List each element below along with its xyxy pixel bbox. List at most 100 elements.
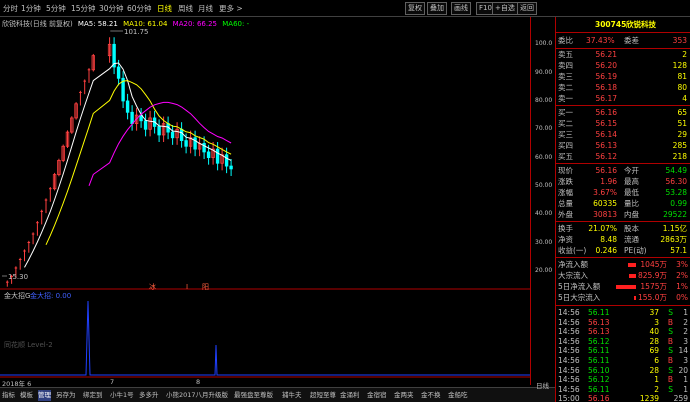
x-axis-label-2: 8 [196,378,201,386]
candles [6,37,233,287]
quote-value: 60335 [593,199,617,208]
bottom-tab-10[interactable]: 超短至尊 [310,390,336,401]
quote-value: 1.96 [600,177,617,186]
indicator-value: 金大招: 0.00 [30,291,71,300]
bottom-tab-4[interactable]: 绑定到 [83,390,103,401]
tab-period-0[interactable]: 分时 [3,3,18,14]
tick-volume: 37 [649,308,659,317]
bottom-tab-3[interactable]: 另存为 [56,390,76,401]
tick-flag: S [668,308,673,317]
fund-label: 净资 [558,235,573,244]
tick-price: 56.10 [588,365,610,375]
tick-count: 20 [678,365,688,375]
bottom-tab-7[interactable]: 小熊2017八月升级版 [166,390,228,401]
fund-label: 流通 [624,235,639,244]
kline-chart[interactable]: 101.75 15.30 金大招G 金大招: 0.00 同花顺 Level-2 … [0,27,530,385]
tick-time: 14:56 [558,336,580,346]
tab-period-9[interactable]: 更多 > [219,3,243,14]
bottom-tab-5[interactable]: 小牛1号 [110,390,134,401]
ask-price: 56.19 [595,72,617,81]
flow-row-3: 5日大宗流入 155.0万 0% [556,293,690,303]
tick-count: 1 [683,384,688,394]
bid-price: 56.14 [595,130,617,139]
watermark-text: 同花顺 Level-2 [4,340,53,349]
flow-row-1: 大宗流入 825.9万 2% [556,271,690,281]
weici-value: 353 [672,36,687,45]
tab-period-4[interactable]: 30分钟 [99,3,124,14]
flow-label: 5日净流入额 [558,282,601,291]
tab-period-2[interactable]: 5分钟 [46,3,66,14]
toolbar-button-1[interactable]: 叠加 [427,2,447,15]
candle-body [229,165,233,170]
tick-flag: S [668,365,673,375]
tick-volume: 28 [649,365,659,375]
separator [556,48,690,49]
tick-row: 14:56 56.12 1 B 1 [556,375,690,385]
bottom-tab-0[interactable]: 指标 [2,390,15,401]
tab-period-6[interactable]: 日线 [157,3,172,14]
tick-time: 14:56 [558,346,580,356]
tick-volume: 3 [654,317,659,327]
toolbar-button-2[interactable]: 画线 [451,2,471,15]
tab-period-1[interactable]: 1分钟 [21,3,41,14]
period-toolbar: 分时 1分钟 5分钟 15分钟 30分钟 60分钟 日线 周线 月线 更多 > 复权 叠加 画线 F10… [0,0,690,17]
ma-lines [2,30,232,277]
quote-panel: 300745 欣锐科技 委比 37.43% 委差 353 卖五 56.21 2 卖四 56.20 12… [555,17,690,402]
flow-pct: 1% [676,282,688,291]
bottom-tab-13[interactable]: 金两夹 [394,390,414,401]
tick-count: 259 [673,394,688,402]
ask-row-5: 卖五 56.21 2 [556,50,690,60]
tab-period-3[interactable]: 15分钟 [71,3,96,14]
tick-volume: 28 [649,336,659,346]
toolbar-button-0[interactable]: 复权 [405,2,425,15]
flow-bar [616,285,636,289]
tab-period-7[interactable]: 周线 [178,3,193,14]
min-price-label: 15.30 [8,273,28,281]
tab-period-8[interactable]: 月线 [198,3,213,14]
bottom-tab-15[interactable]: 金船吃 [448,390,468,401]
fund-label: 股本 [624,224,639,233]
candle-body [184,140,188,147]
bid-label: 买五 [558,152,573,161]
bottom-tab-11[interactable]: 金涌利 [340,390,360,401]
weici-label: 委差 [624,36,639,45]
bottom-tab-9[interactable]: 捕牛夫 [282,390,302,401]
tick-count: 1 [683,308,688,317]
bid-label: 买四 [558,141,573,150]
tick-count: 3 [683,336,688,346]
tick-volume: 40 [649,327,659,337]
bid-volume: 65 [677,108,687,117]
bottom-tab-6[interactable]: 多多升 [139,390,159,401]
y-tick-label: 90.00 [535,68,553,76]
tick-price: 56.13 [588,327,610,337]
candle-body [206,151,211,158]
tick-price: 56.12 [588,375,610,385]
bottom-tab-1[interactable]: 模板 [20,390,33,401]
tick-price: 56.11 [588,356,610,365]
ask-label: 卖二 [558,83,573,92]
tick-row: 14:56 56.10 28 S 20 [556,366,690,376]
x-axis-labels: 2018年 678 [0,378,530,388]
bottom-tab-2[interactable]: 管理 [38,390,51,401]
bottom-tab-8[interactable]: 最强盘至尊版 [234,390,273,401]
ask-label: 卖四 [558,61,573,70]
tick-price: 56.11 [588,308,610,317]
event-marker-1[interactable]: I [186,283,188,291]
toolbar-button-5[interactable]: 返回 [517,2,537,15]
tab-period-5[interactable]: 60分钟 [127,3,152,14]
bid-volume: 285 [672,141,687,150]
tick-time: 14:56 [558,308,580,317]
bottom-tab-14[interactable]: 金不换 [421,390,441,401]
y-tick-label: 80.00 [535,96,553,104]
bottom-tab-12[interactable]: 金宿宿 [367,390,387,401]
bid-price: 56.15 [595,119,617,128]
tick-time: 14:56 [558,327,580,337]
event-marker-2[interactable]: 阳 [202,282,209,291]
tick-volume: 6 [654,356,659,365]
ask-label: 卖三 [558,72,573,81]
flow-value: 825.9万 [638,271,667,280]
flow-label: 净流入额 [558,260,588,269]
event-marker-0[interactable]: 冰 [149,282,156,291]
toolbar-button-4[interactable]: +自选 [492,2,518,15]
side-tab-daily[interactable]: 日线 [530,380,555,390]
